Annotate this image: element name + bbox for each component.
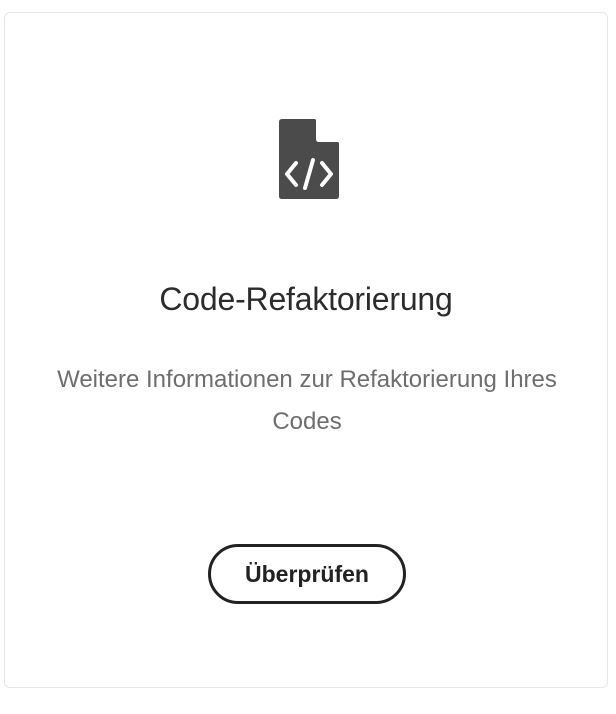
refactoring-card: Code-Refaktorierung Weitere Informatione… — [4, 12, 608, 688]
code-file-icon — [279, 119, 339, 199]
card-title: Code-Refaktorierung — [159, 281, 453, 317]
review-button[interactable]: Überprüfen — [208, 544, 406, 604]
card-description: Weitere Informationen zur Refaktorierung… — [57, 366, 557, 435]
